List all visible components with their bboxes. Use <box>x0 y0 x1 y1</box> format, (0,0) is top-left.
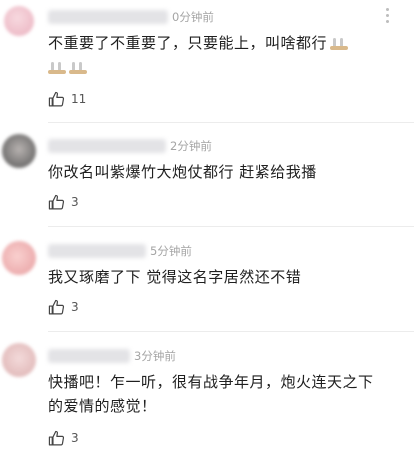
comment-meta: 5分钟前 <box>48 242 192 260</box>
username[interactable] <box>48 244 146 258</box>
emoji-icon <box>330 37 349 50</box>
comment-meta: 3分钟前 <box>48 347 176 365</box>
comment-time: 3分钟前 <box>134 349 176 363</box>
username[interactable] <box>48 349 130 363</box>
more-options-icon[interactable] <box>383 8 392 24</box>
comment-text: 快播吧！乍一听，很有战争年月，炮火连天之下的爱情的感觉！ <box>48 373 374 415</box>
avatar[interactable] <box>2 134 36 168</box>
comment-text: 我又琢磨了下 觉得这名字居然还不错 <box>48 268 302 286</box>
like-button[interactable]: 3 <box>48 297 79 317</box>
comment-text-content: 不重要了不重要了，只要能上，叫啥都行 <box>48 34 328 52</box>
divider <box>48 122 414 123</box>
avatar[interactable] <box>4 6 34 36</box>
like-button[interactable]: 3 <box>48 428 79 448</box>
thumbs-up-icon <box>48 91 65 106</box>
like-count: 3 <box>71 195 79 209</box>
divider <box>48 226 414 227</box>
like-count: 3 <box>71 300 79 314</box>
thumbs-up-icon <box>48 430 65 445</box>
comment-text: 你改名叫紫爆竹大炮仗都行 赶紧给我播 <box>48 163 317 181</box>
avatar[interactable] <box>2 241 36 275</box>
comment-time: 2分钟前 <box>170 139 212 153</box>
avatar[interactable] <box>2 343 36 377</box>
username[interactable] <box>48 10 168 24</box>
comment-meta: 0分钟前 <box>48 8 214 26</box>
like-count: 11 <box>71 92 87 106</box>
emoji-icon <box>48 61 66 74</box>
like-button[interactable]: 3 <box>48 192 79 212</box>
comment-text: 不重要了不重要了，只要能上，叫啥都行 <box>48 31 400 79</box>
divider <box>48 331 414 332</box>
like-count: 3 <box>71 431 79 445</box>
comment-meta: 2分钟前 <box>48 137 212 155</box>
thumbs-up-icon <box>48 299 65 314</box>
comment-time: 0分钟前 <box>172 10 214 24</box>
like-button[interactable]: 11 <box>48 89 86 109</box>
thumbs-up-icon <box>48 194 65 209</box>
comment-time: 5分钟前 <box>150 244 192 258</box>
emoji-icon <box>69 61 87 74</box>
username[interactable] <box>48 139 166 153</box>
